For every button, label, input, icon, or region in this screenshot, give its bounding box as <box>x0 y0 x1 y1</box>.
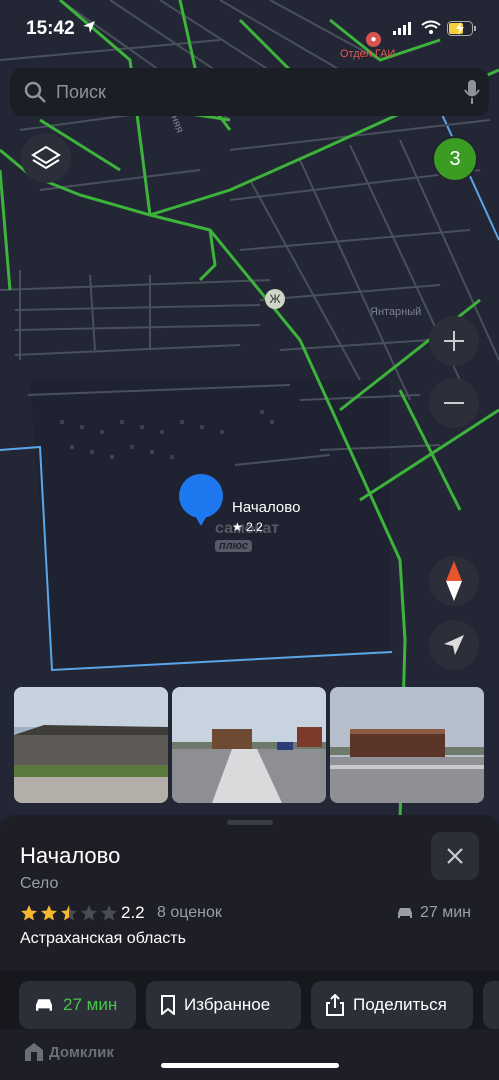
status-bar: 15:42 <box>0 0 499 58</box>
place-region: Астраханская область <box>20 930 186 947</box>
partner-logo: Домклик <box>24 1042 114 1062</box>
close-button[interactable] <box>431 832 479 880</box>
share-icon <box>326 994 344 1016</box>
home-indicator[interactable] <box>161 1063 339 1068</box>
layers-button[interactable] <box>21 133 71 183</box>
zoom-out-button[interactable] <box>429 378 479 428</box>
favorite-button[interactable]: Избранное <box>146 981 301 1029</box>
photo-thumbnail[interactable] <box>172 687 326 803</box>
status-time: 15:42 <box>26 18 75 39</box>
minus-icon <box>444 402 464 404</box>
map-watermark-plus: плюс <box>215 540 253 552</box>
route-button[interactable]: 27 мин <box>19 981 136 1029</box>
rating-value: 2.2 <box>121 903 145 922</box>
bookmark-icon <box>161 995 175 1015</box>
share-label: Поделиться <box>353 995 447 1014</box>
search-bar[interactable]: Поиск <box>10 68 489 116</box>
layers-icon <box>31 145 61 170</box>
plus-icon <box>444 331 464 351</box>
place-title: Началово <box>20 843 121 868</box>
place-type: Село <box>20 875 59 892</box>
microphone-icon[interactable] <box>464 79 480 105</box>
photo-thumbnail[interactable] <box>330 687 484 803</box>
district-label: Янтарный <box>370 306 422 318</box>
rating-count[interactable]: 8 оценок <box>157 904 222 922</box>
action-bar: 27 мин Избранное Поделиться <box>0 971 499 1029</box>
car-icon <box>398 908 412 918</box>
railway-poi-icon[interactable]: Ж <box>265 289 285 309</box>
domclick-logo-icon <box>25 1043 43 1061</box>
rating-stars <box>20 904 118 922</box>
location-services-icon <box>83 21 95 33</box>
eta-text: 27 мин <box>420 904 472 921</box>
signal-icon <box>393 22 411 35</box>
more-actions-button[interactable] <box>483 981 499 1029</box>
search-icon <box>24 81 46 103</box>
marker-label: Началово <box>232 499 301 516</box>
share-button[interactable]: Поделиться <box>311 981 473 1029</box>
zoom-in-button[interactable] <box>429 316 479 366</box>
car-icon <box>36 999 52 1011</box>
eta-info: 27 мин <box>396 904 471 922</box>
battery-icon <box>447 21 476 36</box>
photo-image <box>330 687 484 803</box>
wifi-icon <box>421 20 441 34</box>
photo-image <box>14 687 168 803</box>
location-arrow-icon <box>444 635 464 655</box>
route-time: 27 мин <box>63 995 118 1014</box>
photo-image <box>172 687 326 803</box>
favorite-label: Избранное <box>184 995 271 1014</box>
sheet-grabber[interactable] <box>227 820 273 825</box>
photo-thumbnail[interactable] <box>14 687 168 803</box>
compass-button[interactable] <box>429 556 479 606</box>
stars-icon <box>21 905 117 921</box>
compass-icon <box>446 561 462 601</box>
traffic-level-button[interactable]: 3 <box>432 136 478 182</box>
marker-rating: ★ 2.2 <box>232 520 263 534</box>
partner-name: Домклик <box>49 1043 114 1061</box>
close-icon <box>447 848 463 864</box>
place-card[interactable]: Началово Село 2.2 8 оценок 27 мин Астрах… <box>0 815 499 1080</box>
place-photos[interactable] <box>14 687 484 803</box>
search-input[interactable]: Поиск <box>56 82 106 103</box>
my-location-button[interactable] <box>429 620 479 670</box>
map-view[interactable]: няя Янтарный Ж ● Отдел ГАИ самокат плюс … <box>0 0 499 820</box>
